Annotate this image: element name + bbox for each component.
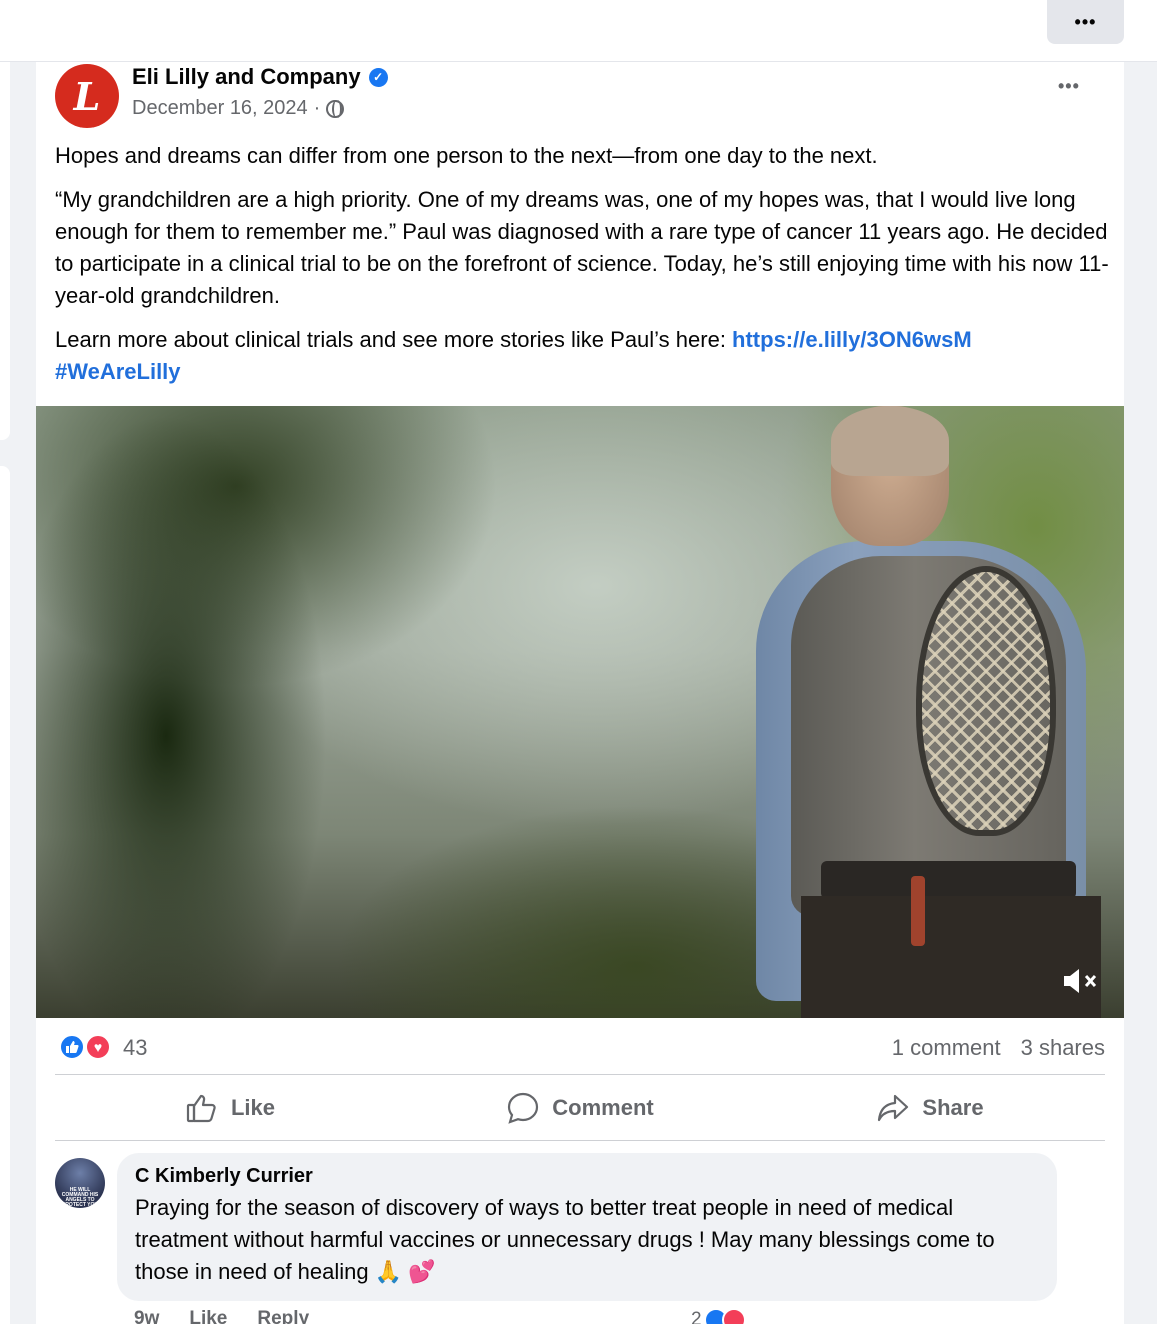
comment-reaction-count: 2 <box>691 1309 702 1324</box>
comment-text: Praying for the season of discovery of w… <box>135 1195 995 1284</box>
post-paragraph: Hopes and dreams can differ from one per… <box>55 143 878 168</box>
divider <box>55 1140 1105 1141</box>
video-net-handle <box>911 876 925 946</box>
comment-like-link[interactable]: Like <box>189 1308 227 1324</box>
reactions-summary: ♥ 43 1 comment 3 shares <box>55 1028 1105 1068</box>
post-link[interactable]: https://e.lilly/3ON6wsM <box>732 327 972 352</box>
left-card-edge <box>0 62 10 440</box>
author-name[interactable]: Eli Lilly and Company <box>132 64 361 90</box>
reaction-count[interactable]: 43 <box>123 1035 147 1061</box>
video-fishing-net <box>916 566 1056 836</box>
comment-label: Comment <box>552 1095 654 1120</box>
comment-bubble: C Kimberly Currier Praying for the seaso… <box>117 1153 1057 1301</box>
like-reaction-icon[interactable] <box>59 1034 85 1060</box>
post-paragraph: “My grandchildren are a high priority. O… <box>55 187 1109 308</box>
love-reaction-icon[interactable]: ♥ <box>85 1034 111 1060</box>
avatar-letter: L <box>73 73 101 119</box>
action-bar: Like Comment Share <box>55 1076 1105 1140</box>
video-figure-pants <box>801 896 1101 1018</box>
post-paragraph: Learn more about clinical trials and see… <box>55 324 1115 388</box>
post-meta: December 16, 2024 · <box>132 97 345 120</box>
hashtag-link[interactable]: #WeAreLilly <box>55 359 181 384</box>
comment-age[interactable]: 9w <box>134 1308 159 1324</box>
like-label: Like <box>230 1095 276 1120</box>
comment-button[interactable]: Comment <box>405 1076 755 1140</box>
comment-icon <box>508 1092 539 1124</box>
commenter-avatar[interactable]: HE WILL COMMAND HIS ANGELS TO PROTECT YO… <box>55 1158 105 1208</box>
comments-count[interactable]: 1 comment <box>892 1035 1001 1061</box>
post-paragraph-text: Learn more about clinical trials and see… <box>55 327 733 352</box>
like-button[interactable]: Like <box>55 1076 405 1140</box>
commenter-name[interactable]: C Kimberly Currier <box>135 1165 1039 1188</box>
commenter-avatar-text: HE WILL COMMAND HIS ANGELS TO PROTECT YO… <box>61 1187 99 1208</box>
shares-count[interactable]: 3 shares <box>1021 1035 1105 1061</box>
thumbs-up-icon <box>186 1094 216 1123</box>
share-icon <box>878 1094 909 1122</box>
globe-icon <box>326 99 345 118</box>
video-figure-hair <box>831 406 949 476</box>
top-bar: ••• <box>0 0 1157 62</box>
comment-reply-link[interactable]: Reply <box>257 1308 309 1324</box>
comment-footer: 9w Like Reply <box>134 1308 309 1324</box>
post-date[interactable]: December 16, 2024 <box>132 97 308 120</box>
page-avatar[interactable]: L <box>55 64 119 128</box>
video-figure-belt <box>821 861 1076 899</box>
post-video[interactable] <box>36 406 1124 1018</box>
post-author: Eli Lilly and Company ✓ <box>132 64 388 90</box>
verified-badge-icon: ✓ <box>368 67 388 87</box>
divider <box>55 1074 1105 1075</box>
post-body: Hopes and dreams can differ from one per… <box>55 140 1115 400</box>
left-card-edge <box>0 466 10 1324</box>
post-more-button[interactable]: ••• <box>1058 76 1080 97</box>
meta-separator: · <box>313 97 321 119</box>
love-reaction-icon <box>721 1308 746 1324</box>
mute-icon[interactable] <box>1062 966 1102 996</box>
engagement-counts: 1 comment 3 shares <box>892 1035 1105 1061</box>
comment-reactions[interactable]: 2 <box>691 1308 746 1324</box>
more-options-button[interactable]: ••• <box>1047 0 1124 44</box>
share-button[interactable]: Share <box>755 1076 1105 1140</box>
share-label: Share <box>922 1095 984 1120</box>
post-card: L Eli Lilly and Company ✓ December 16, 2… <box>36 62 1124 1324</box>
